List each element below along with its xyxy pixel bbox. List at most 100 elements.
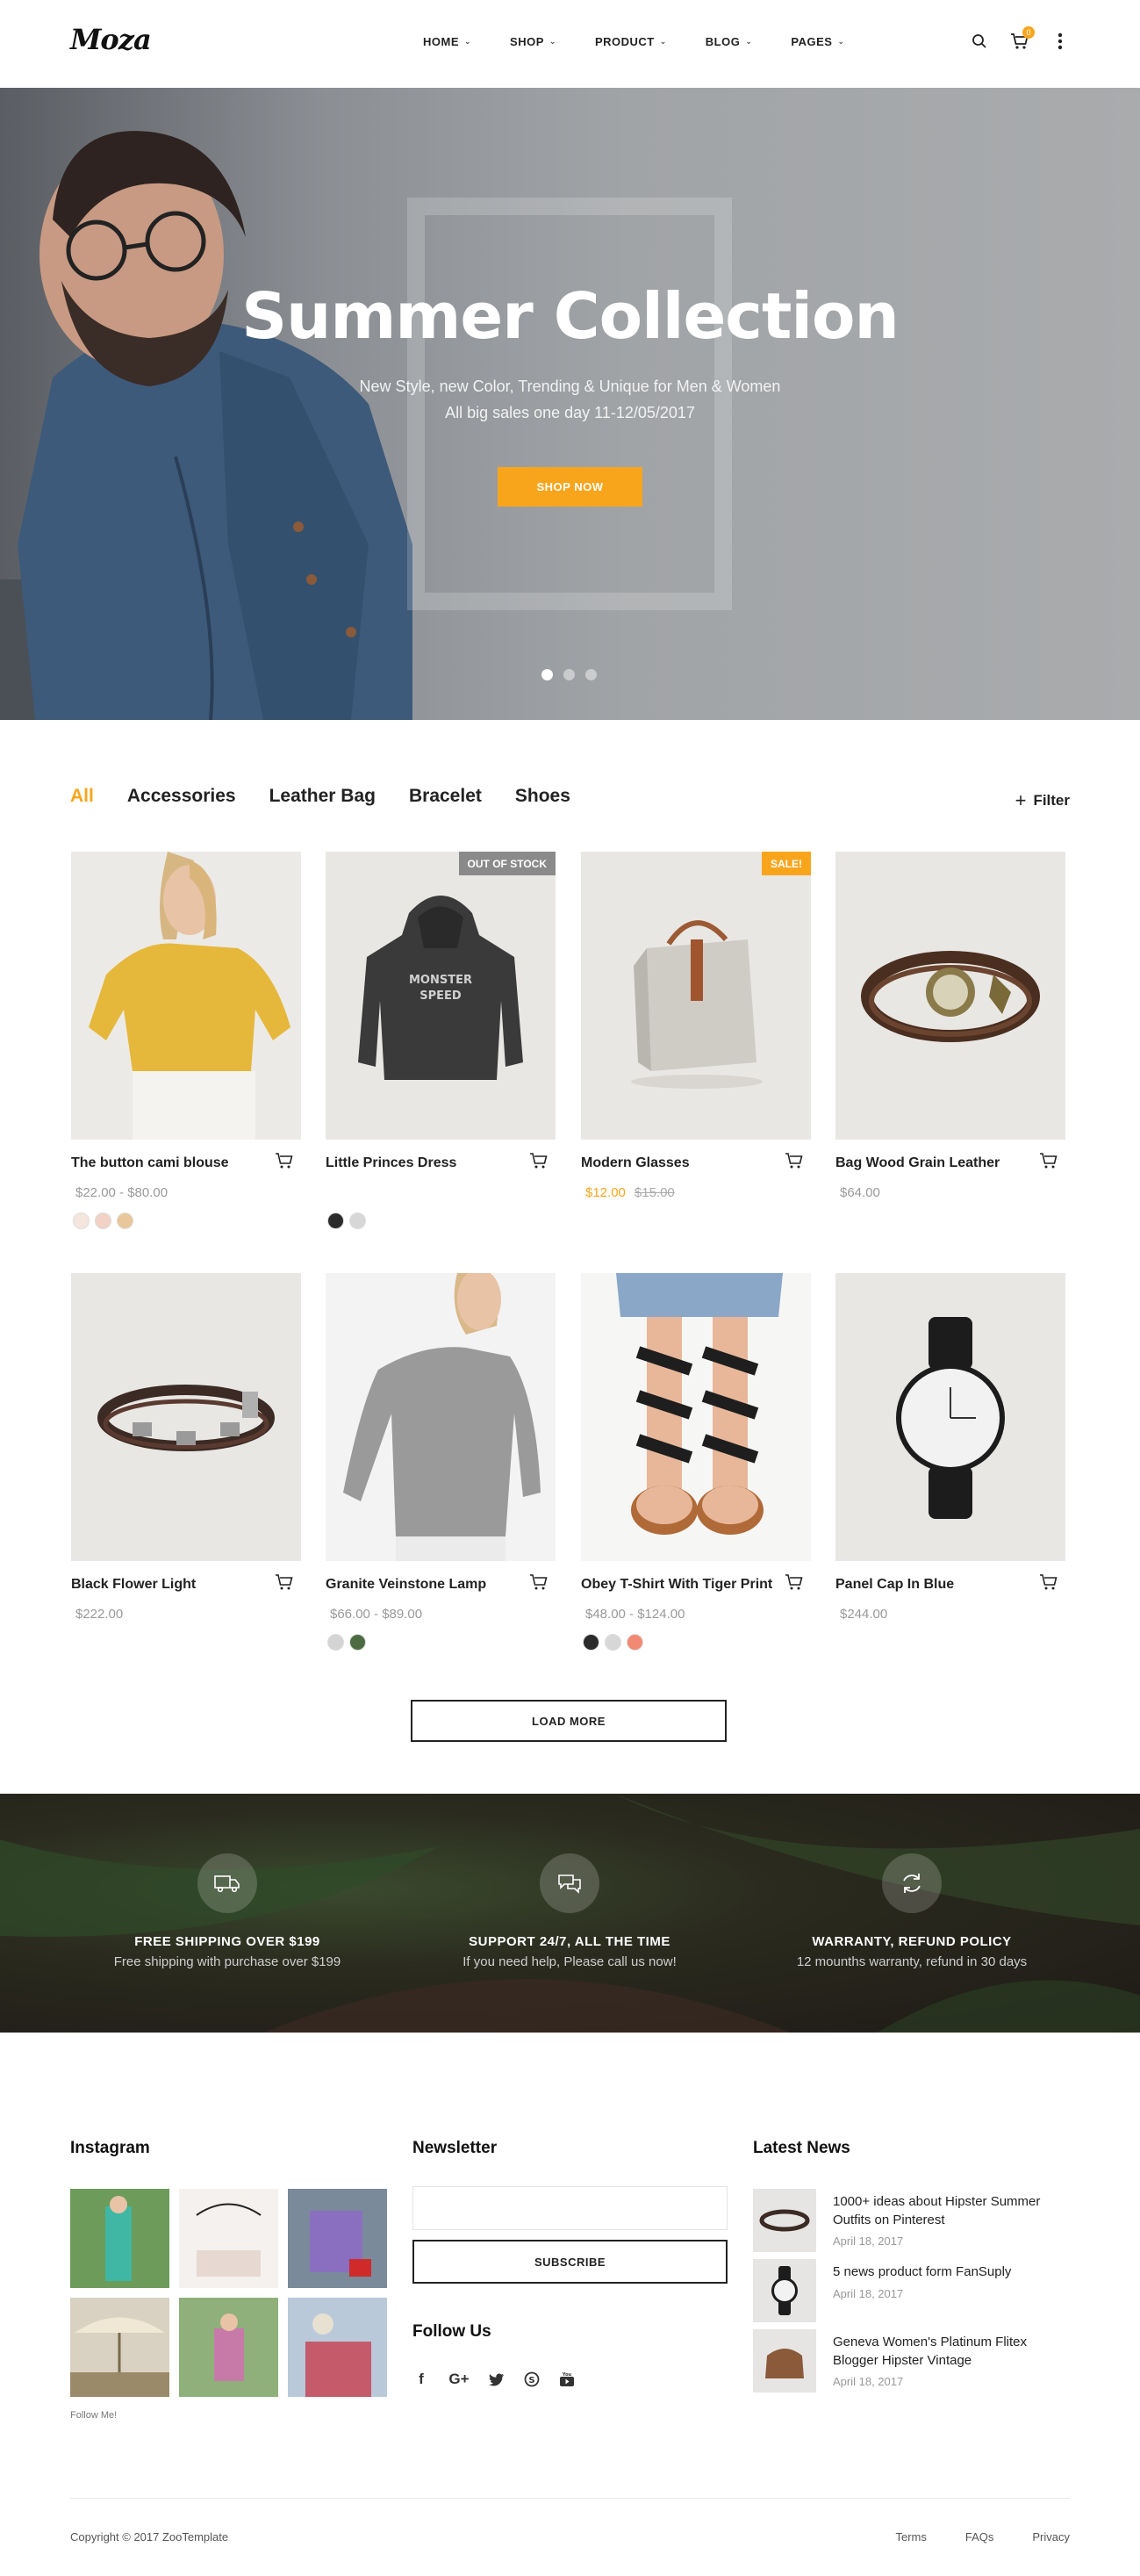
news-thumbnail[interactable] — [753, 2189, 816, 2252]
feature-title: FREE SHIPPING OVER $199 — [134, 1934, 320, 1949]
slider-dots — [541, 669, 597, 680]
product-image[interactable] — [71, 1273, 301, 1561]
nav-home[interactable]: HOME ⌄ — [423, 35, 471, 48]
newsletter-email-input[interactable] — [412, 2186, 728, 2230]
cart-count-badge: 0 — [1022, 26, 1035, 39]
add-to-cart-icon[interactable] — [275, 1573, 294, 1593]
product-image[interactable]: MONSTER SPEED OUT OF STOCK — [326, 852, 556, 1140]
instagram-photo[interactable] — [288, 2298, 387, 2397]
product-name[interactable]: The button cami blouse — [71, 1155, 264, 1171]
sale-price: $12.00 — [585, 1185, 626, 1200]
product-name[interactable]: Little Princes Dress — [326, 1155, 519, 1171]
color-swatch[interactable] — [95, 1212, 111, 1229]
news-title[interactable]: 5 news product form FanSuply — [833, 2263, 1061, 2281]
subscribe-button[interactable]: SUBSCRIBE — [412, 2240, 728, 2284]
instagram-photo[interactable] — [179, 2298, 278, 2397]
nav-product-label: PRODUCT — [594, 35, 655, 48]
load-more-button[interactable]: LOAD MORE — [411, 1700, 727, 1742]
skype-icon[interactable]: S — [523, 2371, 541, 2388]
product-name[interactable]: Granite Veinstone Lamp — [326, 1577, 519, 1593]
tab-bracelet[interactable]: Bracelet — [409, 786, 482, 807]
footer-link-terms[interactable]: Terms — [895, 2530, 926, 2544]
color-swatch[interactable] — [583, 1634, 599, 1651]
nav-pages[interactable]: PAGES ⌄ — [791, 35, 844, 48]
svg-text:SPEED: SPEED — [419, 989, 462, 1003]
cart-icon[interactable]: 0 — [1010, 26, 1035, 51]
color-swatch[interactable] — [349, 1212, 366, 1229]
more-vertical-icon[interactable] — [1050, 32, 1070, 51]
add-to-cart-icon[interactable] — [529, 1152, 548, 1171]
color-swatch[interactable] — [605, 1634, 621, 1651]
tab-shoes[interactable]: Shoes — [515, 786, 570, 807]
add-to-cart-icon[interactable] — [785, 1152, 804, 1171]
add-to-cart-icon[interactable] — [785, 1573, 804, 1593]
news-item: 5 news product form FanSuply April 18, 2… — [753, 2259, 1069, 2322]
product-image[interactable] — [71, 852, 301, 1140]
feature-text: Free shipping with purchase over $199 — [113, 1954, 341, 1969]
instagram-title: Instagram — [70, 2139, 150, 2157]
google-plus-icon[interactable]: G+ — [448, 2371, 470, 2388]
color-swatch[interactable] — [349, 1634, 366, 1651]
product-image[interactable]: SALE! — [581, 852, 811, 1140]
logo[interactable]: Moza — [70, 23, 152, 56]
footer-link-faqs[interactable]: FAQs — [965, 2530, 994, 2544]
news-thumbnail[interactable] — [753, 2259, 816, 2322]
shop-now-button[interactable]: SHOP NOW — [498, 467, 642, 507]
tab-accessories[interactable]: Accessories — [127, 786, 236, 807]
slider-dot-2[interactable] — [563, 669, 575, 680]
slider-dot-3[interactable] — [585, 669, 597, 680]
product-image[interactable] — [326, 1273, 556, 1561]
product-name[interactable]: Modern Glasses — [581, 1155, 774, 1171]
product-image[interactable] — [835, 852, 1065, 1140]
out-of-stock-badge: OUT OF STOCK — [458, 852, 556, 875]
product-name[interactable]: Obey T-Shirt With Tiger Print — [581, 1577, 774, 1593]
tab-leather-bag[interactable]: Leather Bag — [269, 786, 376, 807]
svg-text:MONSTER: MONSTER — [409, 974, 472, 987]
chat-icon — [540, 1853, 599, 1913]
chevron-down-icon: ⌄ — [464, 37, 472, 46]
nav-shop[interactable]: SHOP ⌄ — [510, 35, 556, 48]
filter-button[interactable]: + Filter — [1015, 789, 1070, 812]
instagram-photo[interactable] — [70, 2298, 169, 2397]
product-image[interactable] — [835, 1273, 1065, 1561]
instagram-photo[interactable] — [179, 2189, 278, 2288]
color-swatch[interactable] — [327, 1212, 344, 1229]
feature-support: SUPPORT 24/7, ALL THE TIME If you need h… — [412, 1853, 728, 1969]
product-image[interactable] — [581, 1273, 811, 1561]
header-actions: 0 — [970, 26, 1070, 51]
add-to-cart-icon[interactable] — [1039, 1152, 1058, 1171]
tab-all[interactable]: All — [70, 786, 94, 807]
news-title[interactable]: Geneva Women's Platinum Flitex Blogger H… — [833, 2333, 1061, 2370]
nav-blog[interactable]: BLOG ⌄ — [706, 35, 753, 48]
twitter-icon[interactable] — [488, 2371, 505, 2388]
instagram-photo[interactable] — [288, 2189, 387, 2288]
search-icon[interactable] — [970, 32, 989, 51]
youtube-icon[interactable]: You — [558, 2371, 576, 2388]
add-to-cart-icon[interactable] — [529, 1573, 548, 1593]
slider-dot-1[interactable] — [541, 669, 553, 680]
product-card: Granite Veinstone Lamp $66.00 - $89.00 — [326, 1273, 556, 1651]
product-name[interactable]: Black Flower Light — [71, 1577, 264, 1593]
product-name[interactable]: Panel Cap In Blue — [835, 1577, 1029, 1593]
news-date: April 18, 2017 — [833, 2234, 904, 2248]
plus-icon: + — [1015, 789, 1027, 811]
news-thumbnail[interactable] — [753, 2329, 816, 2393]
color-swatch[interactable] — [117, 1212, 133, 1229]
color-swatch[interactable] — [627, 1634, 643, 1651]
follow-me-link[interactable]: Follow Me! — [70, 2410, 117, 2421]
add-to-cart-icon[interactable] — [275, 1152, 294, 1171]
color-swatch[interactable] — [73, 1212, 90, 1229]
refresh-icon — [882, 1853, 942, 1913]
color-swatch[interactable] — [327, 1634, 344, 1651]
feature-title: SUPPORT 24/7, ALL THE TIME — [469, 1934, 670, 1949]
instagram-photo[interactable] — [70, 2189, 169, 2288]
hero-subtitle-line2: All big sales one day 11-12/05/2017 — [445, 404, 695, 421]
product-name[interactable]: Bag Wood Grain Leather — [835, 1155, 1029, 1171]
add-to-cart-icon[interactable] — [1039, 1573, 1058, 1593]
news-title[interactable]: 1000+ ideas about Hipster Summer Outfits… — [833, 2192, 1061, 2229]
nav-product[interactable]: PRODUCT ⌄ — [595, 35, 667, 48]
footer-link-privacy[interactable]: Privacy — [1032, 2530, 1070, 2544]
chevron-down-icon: ⌄ — [659, 37, 667, 46]
product-price: $48.00 - $124.00 — [585, 1607, 685, 1622]
facebook-icon[interactable]: f — [412, 2371, 430, 2388]
